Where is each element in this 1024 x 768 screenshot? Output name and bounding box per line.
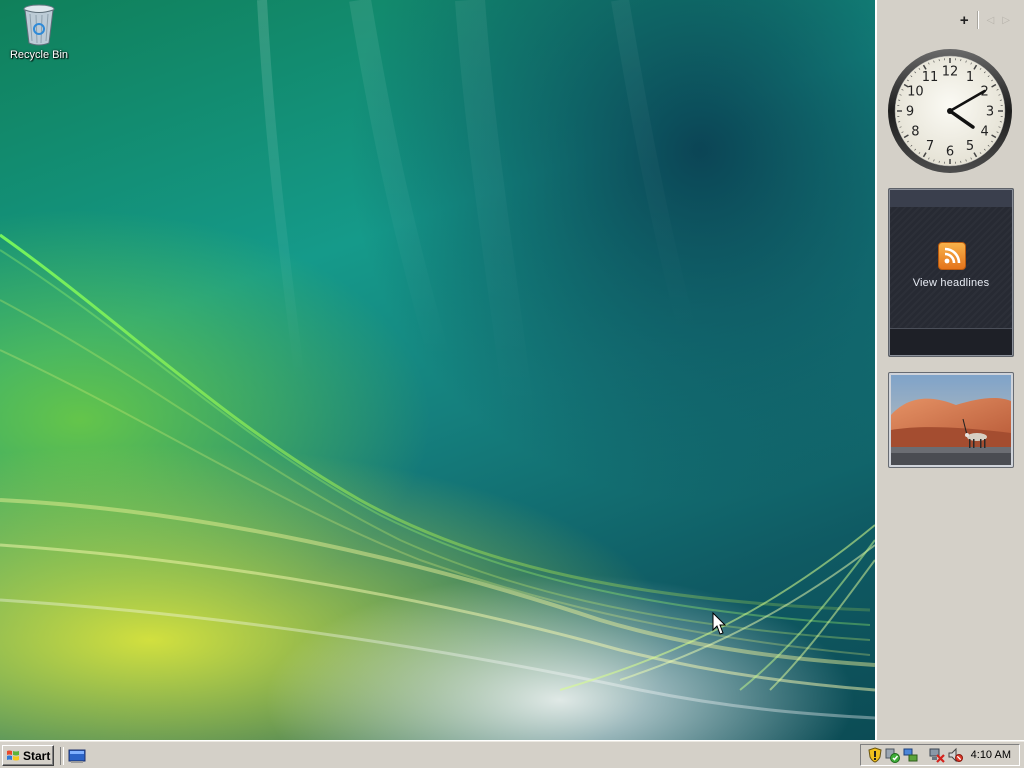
security-shield-icon[interactable]	[867, 747, 883, 763]
start-label: Start	[23, 748, 51, 763]
view-headlines-link[interactable]: View headlines	[889, 277, 1013, 289]
clock-numeral: 6	[946, 145, 954, 160]
previous-page-button[interactable]: ◁	[987, 15, 995, 26]
clock-numeral: 10	[907, 85, 924, 100]
sidebar-controls: + ◁ ▷	[960, 10, 1010, 30]
clock-numeral: 8	[911, 125, 919, 140]
clock-numeral: 1	[966, 70, 974, 85]
clock-gadget[interactable]: 121234567891011	[887, 48, 1013, 174]
volume-muted-icon[interactable]	[947, 747, 963, 763]
desert-oryx-photo	[891, 375, 1011, 465]
security-center-icon[interactable]	[885, 747, 901, 763]
recycle-bin-icon	[23, 4, 55, 46]
clock-numeral: 12	[942, 65, 959, 80]
recycle-bin-shortcut[interactable]: Recycle Bin	[4, 2, 74, 61]
clock-center-pin	[947, 108, 953, 114]
windows-flag-icon	[7, 750, 19, 761]
rss-icon	[938, 242, 966, 270]
quick-launch	[60, 746, 86, 765]
add-gadget-button[interactable]: +	[960, 12, 969, 29]
wallpaper-waves	[0, 0, 875, 720]
network-icon[interactable]	[903, 747, 919, 763]
feed-headlines-gadget[interactable]: View headlines	[888, 188, 1014, 357]
slideshow-gadget[interactable]	[888, 372, 1014, 468]
start-button[interactable]: Start	[2, 745, 54, 766]
taskbar: Start 4:10 AM	[0, 740, 1024, 768]
clock-numeral: 7	[926, 139, 934, 154]
recycle-bin-label: Recycle Bin	[9, 49, 69, 61]
show-desktop-icon[interactable]	[68, 748, 86, 764]
taskbar-clock[interactable]: 4:10 AM	[971, 749, 1011, 761]
desktop[interactable]: Recycle Bin	[0, 0, 875, 740]
mouse-pointer-icon	[712, 612, 727, 635]
clock-numeral: 9	[906, 105, 914, 120]
quick-launch-separator	[60, 746, 64, 765]
feed-divider	[890, 328, 1012, 329]
clock-numeral: 11	[922, 70, 939, 85]
clock-numeral: 3	[986, 105, 994, 120]
clock-numeral: 4	[981, 125, 989, 140]
windows-sidebar: + ◁ ▷ 121234567891011	[875, 0, 1024, 740]
sidebar-separator	[976, 11, 979, 29]
next-page-button[interactable]: ▷	[1002, 15, 1010, 26]
clock-numeral: 5	[966, 139, 974, 154]
network-disconnected-icon[interactable]	[929, 747, 945, 763]
notification-area: 4:10 AM	[860, 744, 1020, 766]
